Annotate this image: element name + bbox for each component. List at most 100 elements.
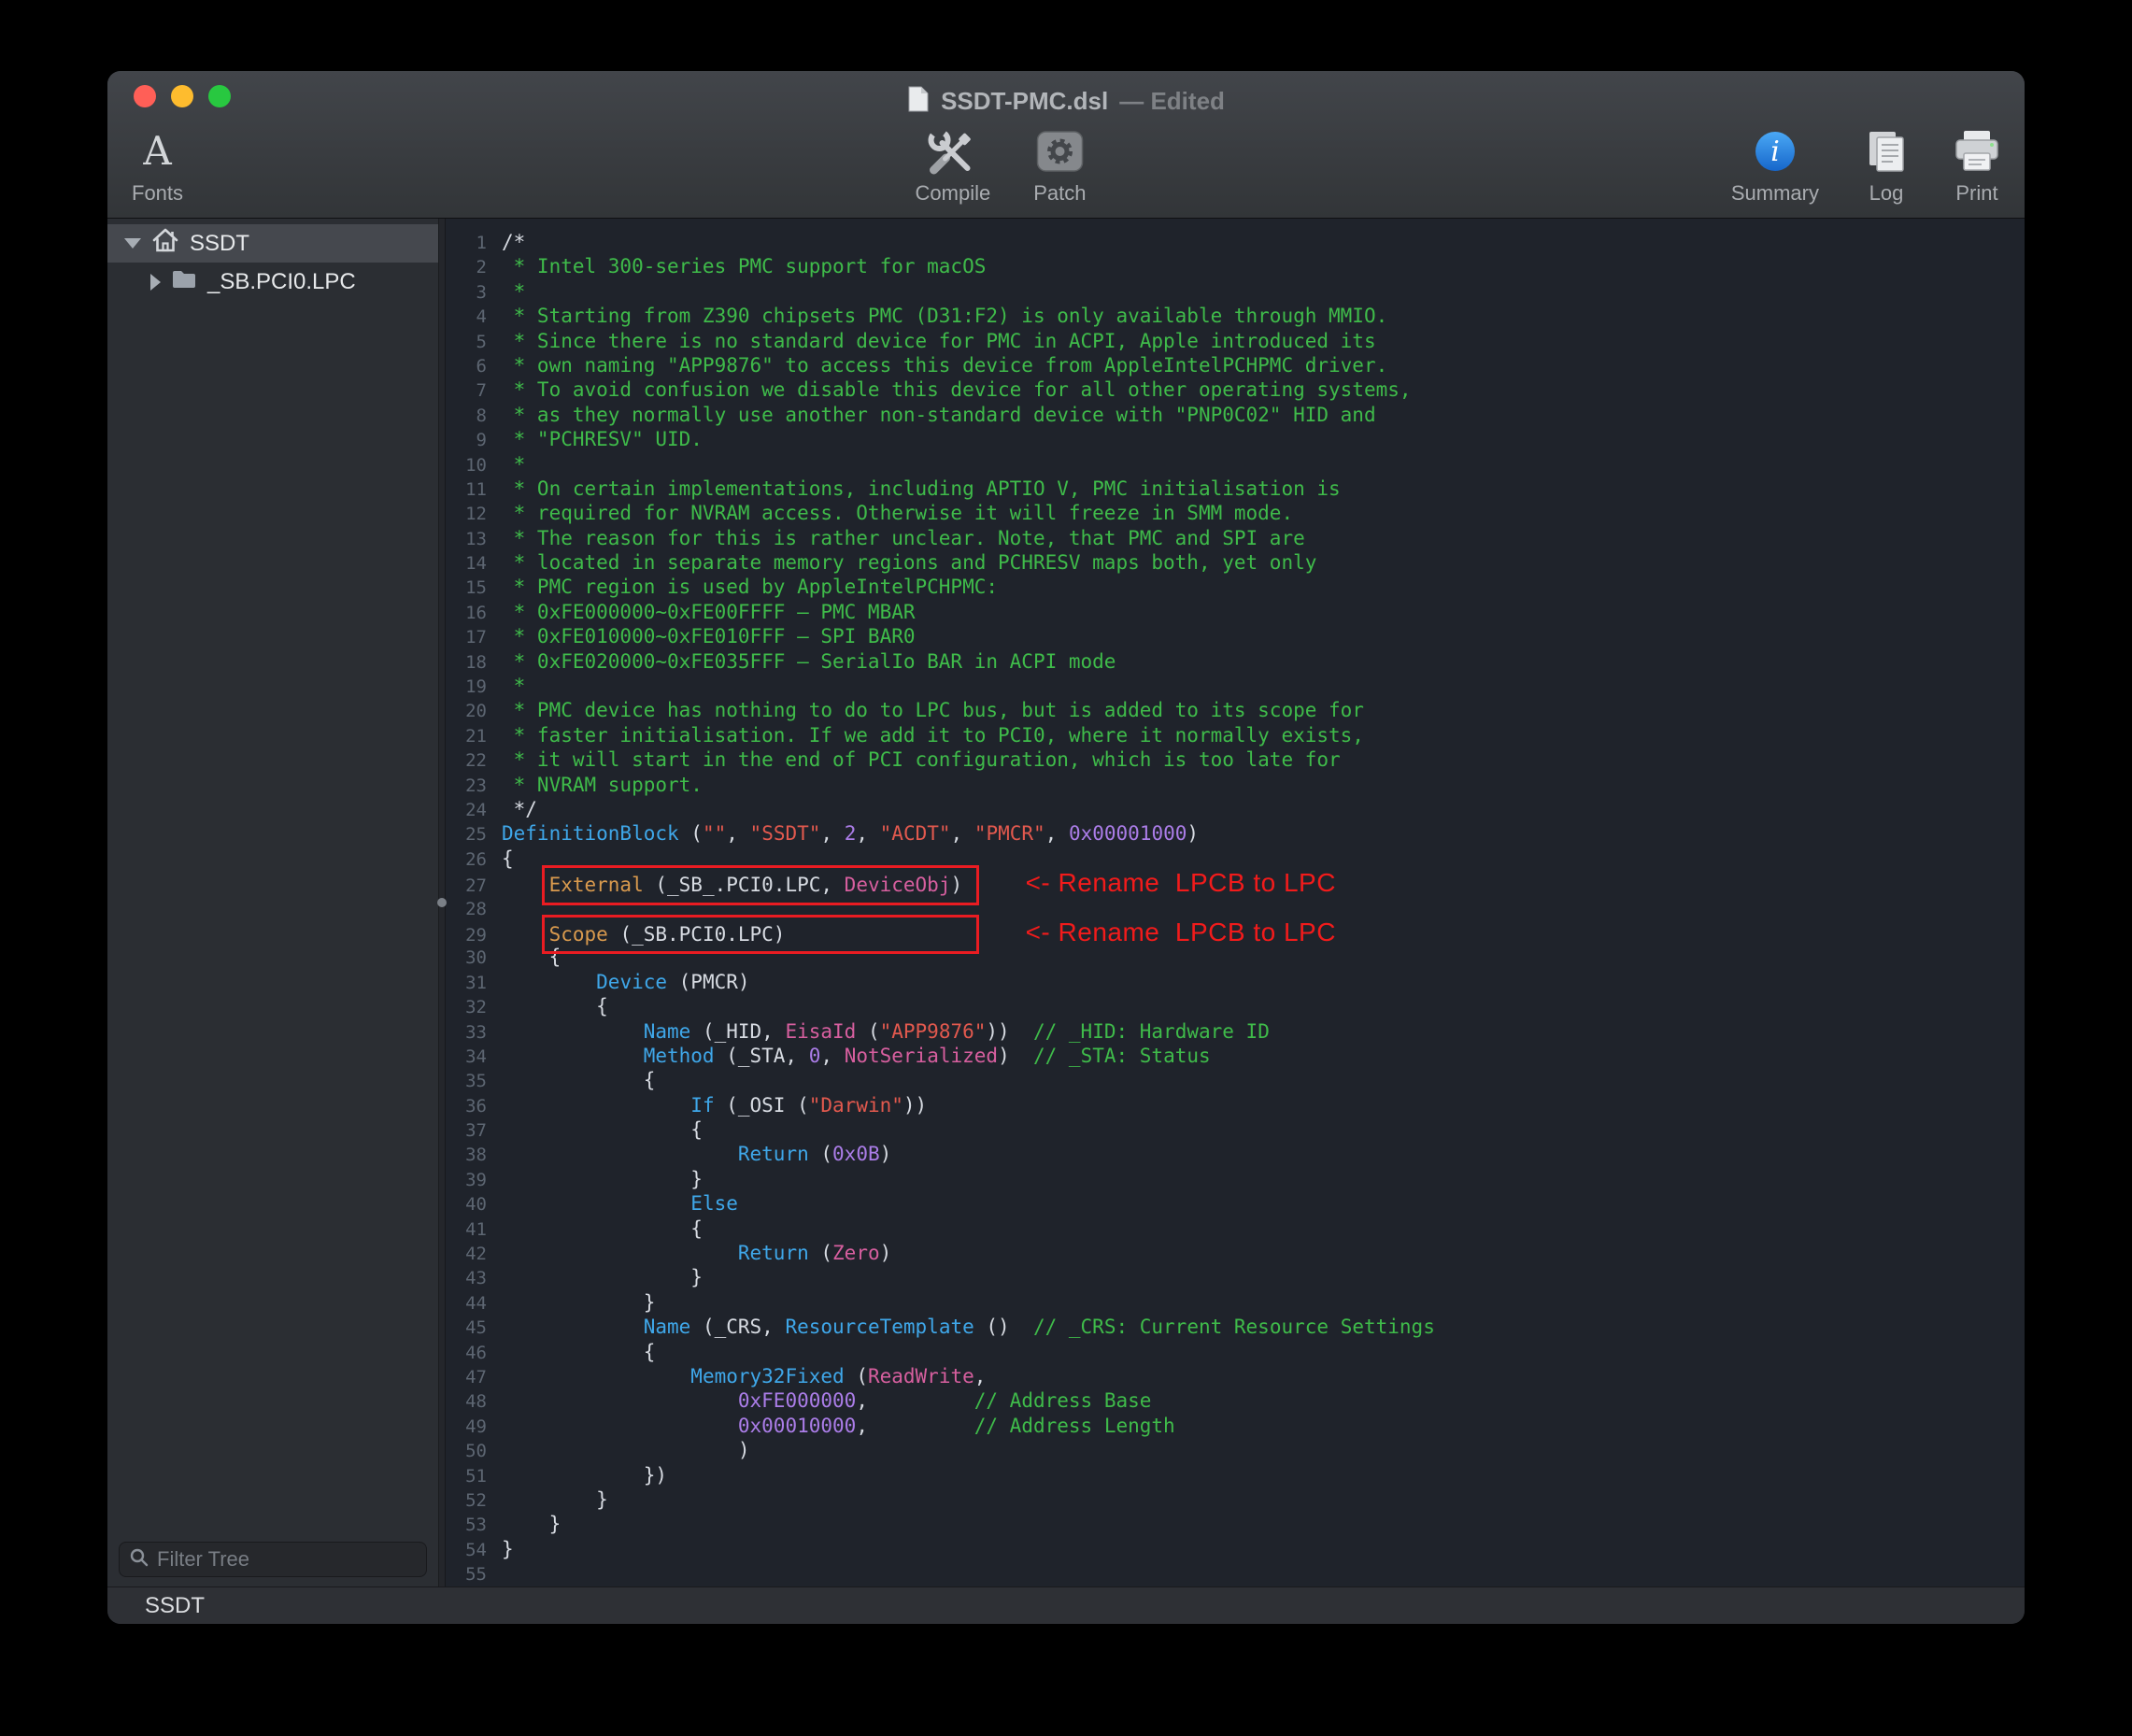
code-line[interactable]: 14 * located in separate memory regions … <box>446 550 2025 575</box>
window-content: SSDT _SB.PCI0.LPC <box>107 219 2025 1587</box>
code-line[interactable]: 25DefinitionBlock ("", "SSDT", 2, "ACDT"… <box>446 821 2025 846</box>
print-button[interactable]: Print <box>1954 123 2000 206</box>
code-line[interactable]: 35 { <box>446 1068 2025 1092</box>
code-line[interactable]: 34 Method (_STA, 0, NotSerialized) // _S… <box>446 1044 2025 1068</box>
code-line[interactable]: 4 * Starting from Z390 chipsets PMC (D31… <box>446 304 2025 328</box>
code-line[interactable]: 7 * To avoid confusion we disable this d… <box>446 377 2025 402</box>
code-line[interactable]: 11 * On certain implementations, includi… <box>446 477 2025 501</box>
code-line[interactable]: 2 * Intel 300-series PMC support for mac… <box>446 254 2025 278</box>
rename-annotation-box: Scope (_SB.PCI0.LPC) <box>549 922 972 946</box>
status-text: SSDT <box>145 1593 205 1619</box>
code-line[interactable]: 41 { <box>446 1217 2025 1241</box>
code-line[interactable]: 13 * The reason for this is rather uncle… <box>446 526 2025 550</box>
code-line[interactable]: 17 * 0xFE010000~0xFE010FFF — SPI BAR0 <box>446 624 2025 648</box>
code-line[interactable]: 20 * PMC device has nothing to do to LPC… <box>446 698 2025 722</box>
code-line[interactable]: 23 * NVRAM support. <box>446 773 2025 797</box>
fonts-button[interactable]: A Fonts <box>132 123 183 206</box>
close-button[interactable] <box>134 85 156 107</box>
zoom-button[interactable] <box>208 85 231 107</box>
sidebar: SSDT _SB.PCI0.LPC <box>107 219 438 1587</box>
code-line[interactable]: 39 } <box>446 1167 2025 1191</box>
line-number: 23 <box>446 774 487 798</box>
code-editor[interactable]: 1/*2 * Intel 300-series PMC support for … <box>446 219 2025 1587</box>
code-line[interactable]: 53 } <box>446 1512 2025 1536</box>
log-button[interactable]: Log <box>1864 123 1909 206</box>
code-line[interactable]: 43 } <box>446 1265 2025 1289</box>
patch-button[interactable]: Patch <box>1033 123 1086 206</box>
maciasl-window: SSDT-PMC.dsl — Edited A Fonts <box>107 71 2025 1624</box>
compile-icon <box>927 123 979 179</box>
code-line[interactable]: 12 * required for NVRAM access. Otherwis… <box>446 501 2025 525</box>
code-line[interactable]: 44 } <box>446 1290 2025 1315</box>
line-number: 8 <box>446 404 487 428</box>
status-bar: SSDT <box>107 1587 2025 1624</box>
code-line[interactable]: 21 * faster initialisation. If we add it… <box>446 723 2025 747</box>
line-number: 31 <box>446 971 487 995</box>
code-line[interactable]: 3 * <box>446 279 2025 304</box>
code-line[interactable]: 38 Return (0x0B) <box>446 1142 2025 1166</box>
splitter-handle[interactable] <box>438 219 446 1587</box>
code-line[interactable]: 36 If (_OSI ("Darwin")) <box>446 1093 2025 1117</box>
code-line[interactable]: 9 * "PCHRESV" UID. <box>446 427 2025 451</box>
code-line[interactable]: 49 0x00010000, // Address Length <box>446 1414 2025 1438</box>
sidebar-item-sb-pci0-lpc[interactable]: _SB.PCI0.LPC <box>107 263 438 301</box>
toolbar: A Fonts Compile <box>107 121 2025 219</box>
code-line[interactable]: 29 Scope (_SB.PCI0.LPC)<- Rename LPCB to… <box>446 920 2025 945</box>
line-number: 43 <box>446 1266 487 1290</box>
code-line[interactable]: 46 { <box>446 1340 2025 1364</box>
patch-icon <box>1035 123 1084 179</box>
code-line[interactable]: 19 * <box>446 674 2025 698</box>
line-number: 22 <box>446 748 487 773</box>
line-number: 53 <box>446 1513 487 1537</box>
line-number: 30 <box>446 946 487 970</box>
code-line[interactable]: 5 * Since there is no standard device fo… <box>446 329 2025 353</box>
code-line[interactable]: 16 * 0xFE000000~0xFE00FFFF — PMC MBAR <box>446 600 2025 624</box>
code-line[interactable]: 1/* <box>446 230 2025 254</box>
code-line[interactable]: 30 { <box>446 945 2025 969</box>
line-number: 26 <box>446 847 487 872</box>
code-line[interactable]: 15 * PMC region is used by AppleIntelPCH… <box>446 575 2025 599</box>
code-line[interactable]: 55 <box>446 1561 2025 1586</box>
titlebar[interactable]: SSDT-PMC.dsl — Edited <box>107 71 2025 121</box>
line-number: 42 <box>446 1242 487 1266</box>
window-title-group: SSDT-PMC.dsl — Edited <box>907 76 1225 118</box>
code-line[interactable]: 51 }) <box>446 1463 2025 1487</box>
code-line[interactable]: 24 */ <box>446 797 2025 821</box>
filter-tree-field[interactable] <box>119 1542 427 1577</box>
code-line[interactable]: 31 Device (PMCR) <box>446 970 2025 994</box>
acpi-tree: SSDT _SB.PCI0.LPC <box>107 219 438 301</box>
code-line[interactable]: 37 { <box>446 1117 2025 1142</box>
code-line[interactable]: 42 Return (Zero) <box>446 1241 2025 1265</box>
code-line[interactable]: 22 * it will start in the end of PCI con… <box>446 747 2025 772</box>
line-number: 48 <box>446 1389 487 1414</box>
code-line[interactable]: 50 ) <box>446 1438 2025 1462</box>
code-line[interactable]: 54} <box>446 1537 2025 1561</box>
line-number: 12 <box>446 502 487 526</box>
print-printer-icon <box>1954 123 2000 179</box>
filter-tree-input[interactable] <box>157 1547 426 1572</box>
code-line[interactable]: 33 Name (_HID, EisaId ("APP9876")) // _H… <box>446 1019 2025 1044</box>
code-line[interactable]: 27 External (_SB_.PCI0.LPC, DeviceObj)<-… <box>446 871 2025 895</box>
disclosure-closed-icon[interactable] <box>150 274 161 291</box>
rename-annotation-text: <- Rename LPCB to LPC <box>1026 868 1336 897</box>
code-line[interactable]: 18 * 0xFE020000~0xFE035FFF — SerialIo BA… <box>446 649 2025 674</box>
code-line[interactable]: 8 * as they normally use another non-sta… <box>446 403 2025 427</box>
sidebar-item-ssdt[interactable]: SSDT <box>107 224 438 263</box>
disclosure-open-icon[interactable] <box>124 238 141 249</box>
line-number: 24 <box>446 798 487 822</box>
summary-button[interactable]: i Summary <box>1731 123 1819 206</box>
code-line[interactable]: 48 0xFE000000, // Address Base <box>446 1388 2025 1413</box>
code-line[interactable]: 10 * <box>446 452 2025 477</box>
code-line[interactable]: 40 Else <box>446 1191 2025 1216</box>
code-line[interactable]: 28 <box>446 896 2025 920</box>
code-line[interactable]: 52 } <box>446 1487 2025 1512</box>
line-number: 1 <box>446 231 487 255</box>
code-line[interactable]: 45 Name (_CRS, ResourceTemplate () // _C… <box>446 1315 2025 1339</box>
code-line[interactable]: 47 Memory32Fixed (ReadWrite, <box>446 1364 2025 1388</box>
compile-button[interactable]: Compile <box>916 123 991 206</box>
minimize-button[interactable] <box>171 85 193 107</box>
line-number: 46 <box>446 1341 487 1365</box>
code-line[interactable]: 32 { <box>446 994 2025 1018</box>
line-number: 55 <box>446 1562 487 1587</box>
code-line[interactable]: 6 * own naming "APP9876" to access this … <box>446 353 2025 377</box>
